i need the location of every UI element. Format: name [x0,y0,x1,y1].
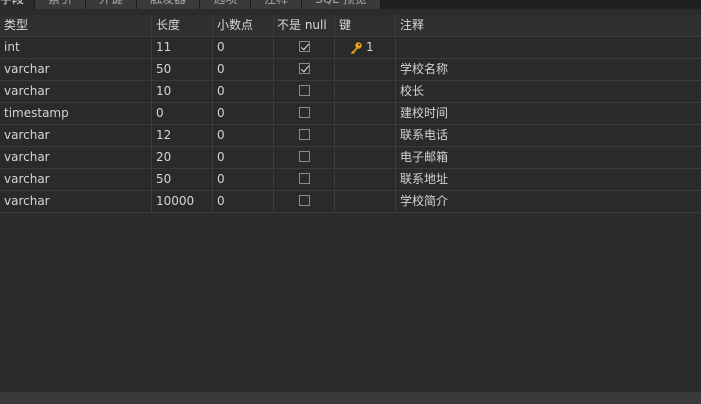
key-cell[interactable] [335,147,396,168]
field-type-cell[interactable]: varchar [0,191,152,212]
table-designer: 字段 索引 外键 触发器 选项 注释 SQL 预览 类型 长度 小数点 不是 n… [0,0,701,404]
field-comment-cell[interactable]: 学校名称 [396,59,698,80]
field-decimals-cell[interactable]: 0 [213,191,274,212]
field-decimals-cell[interactable]: 0 [213,81,274,102]
not-null-cell [274,81,335,102]
field-comment-cell[interactable] [396,37,698,58]
field-length-cell[interactable]: 20 [152,147,213,168]
key-cell[interactable] [335,125,396,146]
grid-header-row: 类型 长度 小数点 不是 null 键 注释 [0,15,701,37]
field-decimals-cell[interactable]: 0 [213,103,274,124]
tab-triggers[interactable]: 触发器 [137,0,201,9]
field-length-cell[interactable]: 0 [152,103,213,124]
field-length-cell[interactable]: 12 [152,125,213,146]
field-type-cell[interactable]: varchar [0,59,152,80]
tab-sql-preview[interactable]: SQL 预览 [302,0,381,9]
grid-body: int 11 0 1 varchar 50 0 学校名称 varchar 10 … [0,37,701,213]
field-length-cell[interactable]: 50 [152,169,213,190]
column-header-type[interactable]: 类型 [0,15,152,36]
not-null-cell [274,169,335,190]
field-length-cell[interactable]: 11 [152,37,213,58]
field-comment-cell[interactable]: 联系电话 [396,125,698,146]
not-null-checkbox[interactable] [298,63,310,74]
primary-key-indicator: 1 [349,37,374,58]
field-comment-cell[interactable]: 建校时间 [396,103,698,124]
field-decimals-cell[interactable]: 0 [213,37,274,58]
field-comment-cell[interactable]: 校长 [396,81,698,102]
field-type-cell[interactable]: int [0,37,152,58]
not-null-checkbox[interactable] [298,151,310,162]
key-cell[interactable] [335,81,396,102]
field-length-cell[interactable]: 10000 [152,191,213,212]
horizontal-scrollbar[interactable] [0,392,701,404]
field-type-cell[interactable]: timestamp [0,103,152,124]
designer-tabs: 字段 索引 外键 触发器 选项 注释 SQL 预览 [0,0,701,9]
not-null-cell [274,147,335,168]
table-row[interactable]: varchar 12 0 联系电话 [0,125,701,147]
field-decimals-cell[interactable]: 0 [213,169,274,190]
field-length-cell[interactable]: 50 [152,59,213,80]
not-null-cell [274,125,335,146]
not-null-cell [274,59,335,80]
field-length-cell[interactable]: 10 [152,81,213,102]
table-row[interactable]: varchar 50 0 学校名称 [0,59,701,81]
not-null-checkbox[interactable] [298,85,310,96]
column-header-decimals[interactable]: 小数点 [213,15,274,36]
key-cell[interactable] [335,59,396,80]
table-row[interactable]: timestamp 0 0 建校时间 [0,103,701,125]
tab-foreign-keys[interactable]: 外键 [86,0,138,9]
not-null-checkbox[interactable] [298,129,310,140]
column-header-comment[interactable]: 注释 [396,15,698,36]
tab-fields[interactable]: 字段 [0,0,36,9]
key-cell[interactable] [335,169,396,190]
column-header-key[interactable]: 键 [335,15,396,36]
key-cell[interactable] [335,103,396,124]
key-cell[interactable] [335,191,396,212]
field-type-cell[interactable]: varchar [0,81,152,102]
fields-grid: 类型 长度 小数点 不是 null 键 注释 int 11 0 1 varcha… [0,15,701,213]
column-header-not-null[interactable]: 不是 null [274,15,335,36]
field-type-cell[interactable]: varchar [0,169,152,190]
tab-options[interactable]: 选项 [200,0,252,9]
tab-comment[interactable]: 注释 [251,0,303,9]
key-order-number: 1 [366,40,374,54]
field-comment-cell[interactable]: 学校简介 [396,191,698,212]
field-type-cell[interactable]: varchar [0,125,152,146]
table-row[interactable]: varchar 10 0 校长 [0,81,701,103]
table-row[interactable]: varchar 10000 0 学校简介 [0,191,701,213]
not-null-cell [274,37,335,58]
not-null-cell [274,191,335,212]
field-type-cell[interactable]: varchar [0,147,152,168]
field-decimals-cell[interactable]: 0 [213,59,274,80]
table-row[interactable]: varchar 50 0 联系地址 [0,169,701,191]
not-null-checkbox[interactable] [298,41,310,52]
not-null-checkbox[interactable] [298,173,310,184]
table-row[interactable]: varchar 20 0 电子邮箱 [0,147,701,169]
field-decimals-cell[interactable]: 0 [213,125,274,146]
field-comment-cell[interactable]: 电子邮箱 [396,147,698,168]
tab-indexes[interactable]: 索引 [35,0,87,9]
not-null-cell [274,103,335,124]
key-icon [350,41,362,54]
field-comment-cell[interactable]: 联系地址 [396,169,698,190]
not-null-checkbox[interactable] [298,107,310,118]
table-row[interactable]: int 11 0 1 [0,37,701,59]
not-null-checkbox[interactable] [298,195,310,206]
key-cell[interactable]: 1 [335,37,396,58]
column-header-length[interactable]: 长度 [152,15,213,36]
field-decimals-cell[interactable]: 0 [213,147,274,168]
